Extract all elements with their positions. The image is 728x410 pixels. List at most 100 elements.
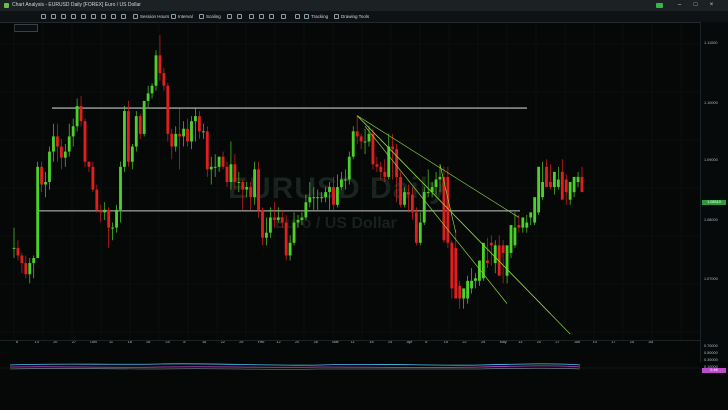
candle-body [209,166,213,170]
tracking-button[interactable]: Tracking [304,11,328,22]
candle-body [418,222,422,243]
candle-body [320,197,324,199]
candle-body [257,169,260,210]
candle-body [351,131,355,157]
candle-body [347,156,351,180]
oscillator-pane[interactable] [0,340,700,381]
cursor-icon[interactable] [281,11,288,22]
candle-body [462,288,466,299]
candle-body [178,133,182,137]
crosshair-icon[interactable] [295,11,302,22]
settings-icon[interactable] [121,11,128,22]
candle-body [32,258,36,264]
candle-body [213,166,217,168]
candle-body [300,217,304,220]
candlestick-plot[interactable] [0,22,700,340]
chart-type-icon[interactable] [41,11,48,22]
candle-body [91,166,95,190]
session-hours-button[interactable]: Session Hours [133,11,169,22]
candle-body [166,85,170,134]
candle-body [276,217,280,220]
candle-body [229,164,233,182]
candle-body [52,136,55,152]
candle-body [580,176,584,193]
grid-icon[interactable] [71,11,78,22]
candle-body [245,187,249,190]
candle-body [509,225,513,253]
candle-body [107,209,111,228]
oscillator-line-purple [9,365,581,368]
candle-body [458,285,462,299]
scaling-icon [199,14,204,20]
candle-body [414,212,418,243]
candle-body [403,192,406,205]
minimize-icon[interactable]: – [676,2,683,8]
candle-body [556,179,560,188]
candle-body [568,182,572,200]
status-icon[interactable] [656,3,663,8]
candle-body [371,133,375,165]
price-axis[interactable]: 1.11000 1.10000 1.09000 1.08000 1.07000 … [700,22,728,373]
candle-body [308,197,312,203]
candle-body [119,166,122,210]
zoom-out-icon[interactable] [237,11,244,22]
oscillator-plot [0,363,700,370]
scroll-left-icon[interactable] [259,11,266,22]
compare-icon[interactable] [111,11,118,22]
indicator-icon[interactable] [101,11,108,22]
candle-body [280,217,284,223]
zoom-in-icon[interactable] [227,11,234,22]
candle-body [59,146,63,158]
candle-body [142,100,146,134]
candle-body [174,133,178,147]
candle-body [399,176,402,205]
candle-body [75,106,79,127]
scaling-button[interactable]: Scaling [199,11,221,22]
candle-body [134,116,138,147]
trendline [364,126,508,304]
tracking-label: Tracking [311,14,329,19]
candle-body [233,164,237,182]
candle-body [162,73,166,86]
candle-body [505,245,509,276]
bars-icon[interactable] [81,11,88,22]
candle-body [470,280,473,289]
scroll-right-icon[interactable] [269,11,276,22]
candle-body [123,111,126,167]
style-icon[interactable] [91,11,98,22]
candle-body [115,209,118,228]
candle-body [150,85,154,94]
maximize-icon[interactable]: □ [692,2,699,8]
candle-body [493,245,497,264]
current-price-badge: 1.08510 [702,200,726,205]
candle-body [284,222,288,256]
oscillator-line-gray [9,367,581,370]
candle-body [225,166,229,182]
candle-body [387,146,391,177]
candle-body [517,225,521,228]
candle-body [48,151,51,182]
interval-button[interactable]: Interval [171,11,193,22]
drawing-tools-button[interactable]: Drawing Tools [334,11,369,22]
indicator-label: 0.50000 [704,351,718,355]
candle-body [79,106,83,122]
chart-analysis-window: Chart Analysis - EURUSD Daily [FOREX] Eu… [0,0,728,410]
scaling-label: Scaling [206,14,221,19]
link-icon[interactable] [51,11,58,22]
fit-icon[interactable] [249,11,256,22]
candle-body [288,242,292,256]
price-label: 1.10000 [704,101,718,105]
price-label: 1.07000 [704,277,718,281]
candle-body [549,182,552,188]
candle-body [332,187,335,205]
candle-body [379,166,383,172]
candle-body [367,133,371,142]
candle-body [253,169,257,198]
app-icon [4,3,9,8]
page-icon[interactable] [61,11,68,22]
close-icon[interactable]: × [708,2,715,8]
pencil-icon [334,14,339,20]
candle-body [268,217,272,233]
price-chart[interactable]: EURUSD Daily Euro / US Dollar 6 13 20 27 Dec… [0,22,700,344]
candle-body [205,131,209,170]
